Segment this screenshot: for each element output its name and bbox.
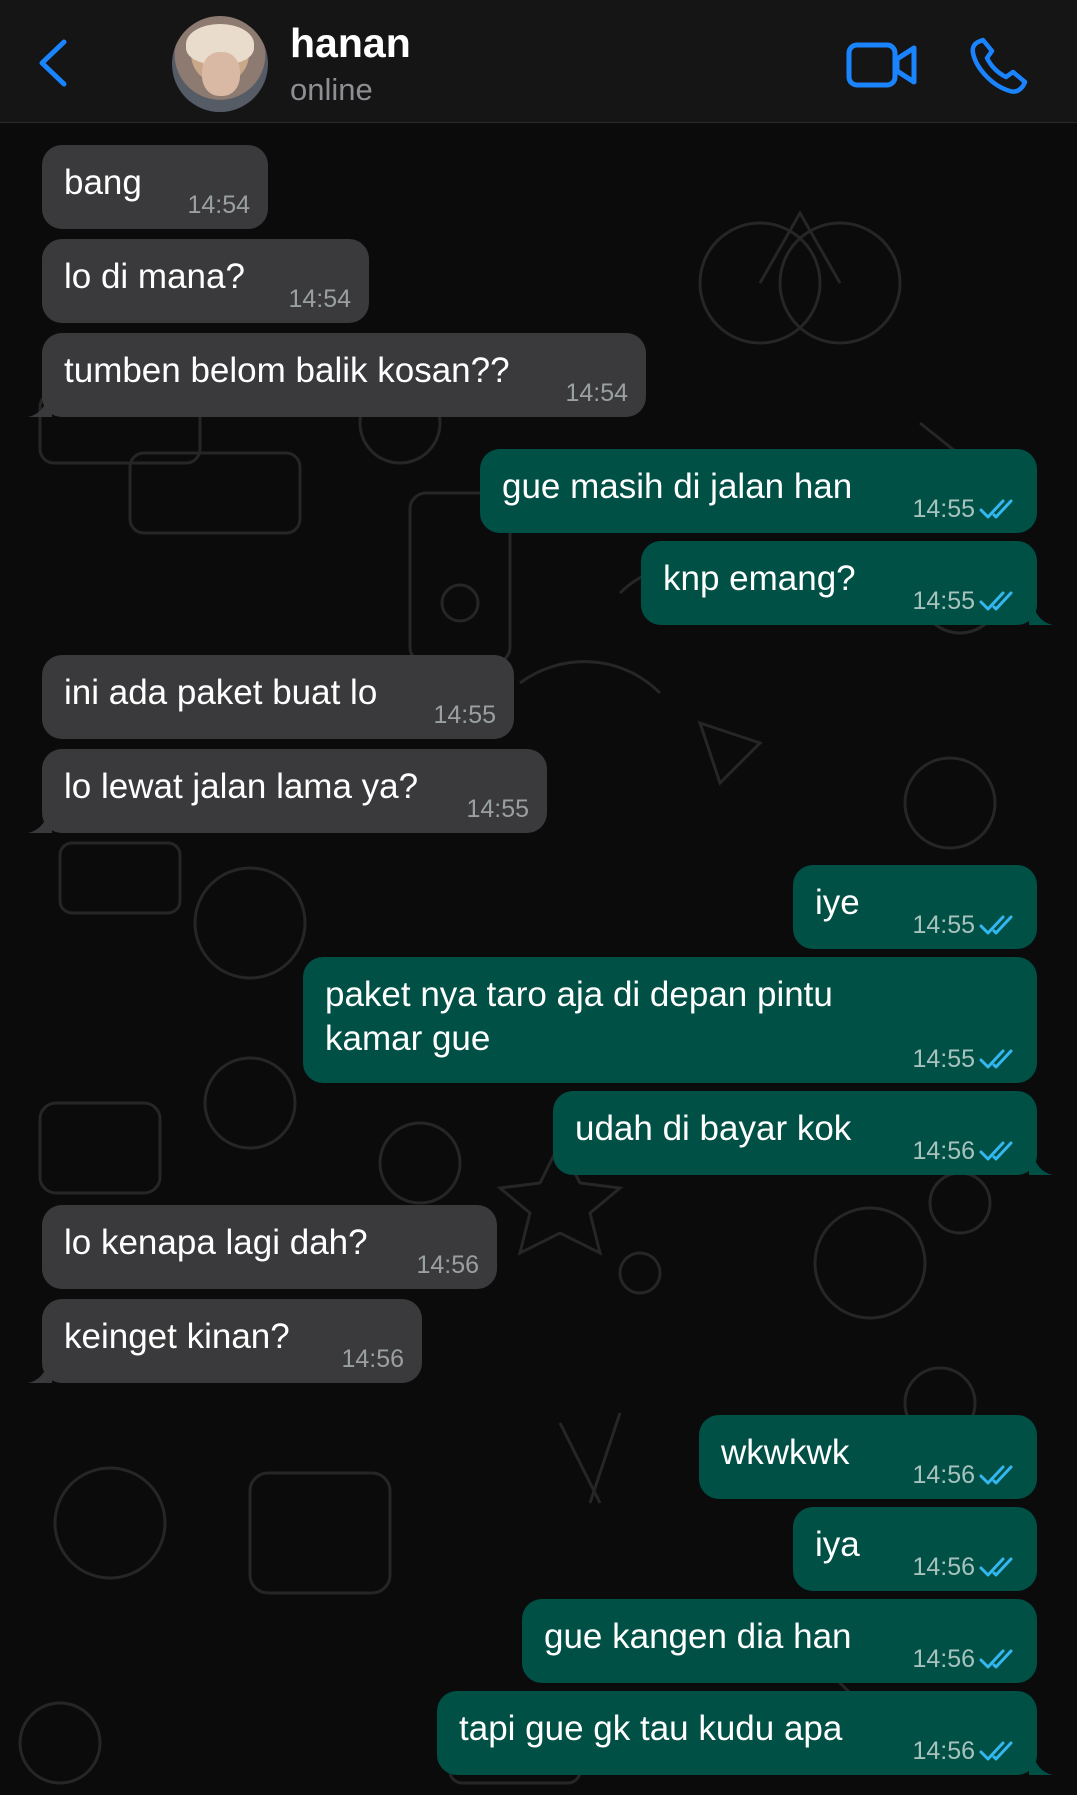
message-time: 14:56: [912, 1553, 975, 1581]
double-check-icon: [979, 1465, 1013, 1485]
message-meta: 14:56: [912, 1137, 1019, 1165]
message-time: 14:56: [912, 1737, 975, 1765]
message-meta: 14:56: [912, 1461, 1019, 1489]
message-time: 14:56: [341, 1345, 404, 1373]
bubble-tail: [28, 1361, 52, 1383]
message-meta: 14:55: [466, 795, 529, 823]
message-text: ini ada paket buat lo: [64, 673, 378, 712]
outgoing-message-bubble[interactable]: iya 14:56: [793, 1507, 1037, 1591]
message-time: 14:55: [912, 495, 975, 523]
outgoing-message-bubble[interactable]: udah di bayar kok 14:56: [553, 1091, 1053, 1175]
message-time: 14:54: [288, 285, 351, 313]
message-text: tumben belom balik kosan??: [64, 351, 510, 390]
outgoing-message-bubble[interactable]: gue kangen dia han 14:56: [522, 1599, 1037, 1683]
bubble-tail: [1029, 1153, 1053, 1175]
message-meta: 14:55: [433, 701, 496, 729]
message-meta: 14:56: [912, 1737, 1019, 1765]
outgoing-message-bubble[interactable]: wkwkwk 14:56: [699, 1415, 1037, 1499]
message-meta: 14:56: [912, 1553, 1019, 1581]
bubble-tail: [28, 811, 52, 833]
phone-icon[interactable]: [968, 36, 1028, 96]
message-meta: 14:55: [912, 911, 1019, 939]
double-check-icon: [979, 499, 1013, 519]
message-meta: 14:54: [187, 191, 250, 219]
message-meta: 14:55: [912, 587, 1019, 615]
avatar[interactable]: [172, 16, 268, 112]
bubble-tail: [1029, 603, 1053, 625]
message-meta: 14:54: [565, 379, 628, 407]
message-meta: 14:56: [341, 1345, 404, 1373]
outgoing-message-bubble[interactable]: knp emang? 14:55: [641, 541, 1053, 625]
incoming-message-bubble[interactable]: lo kenapa lagi dah? 14:56: [42, 1205, 497, 1289]
outgoing-message-bubble[interactable]: paket nya taro aja di depan pintu kamar …: [303, 957, 1037, 1083]
incoming-message-bubble[interactable]: bang 14:54: [42, 145, 268, 229]
bubble-tail: [1029, 1753, 1053, 1775]
message-meta: 14:55: [912, 1045, 1019, 1073]
message-text: lo kenapa lagi dah?: [64, 1223, 368, 1262]
message-time: 14:55: [433, 701, 496, 729]
message-time: 14:55: [912, 1045, 975, 1073]
double-check-icon: [979, 1649, 1013, 1669]
double-check-icon: [979, 1049, 1013, 1069]
message-time: 14:56: [912, 1137, 975, 1165]
message-time: 14:55: [912, 911, 975, 939]
message-text: lo lewat jalan lama ya?: [64, 767, 419, 806]
double-check-icon: [979, 1741, 1013, 1761]
message-meta: 14:54: [288, 285, 351, 313]
double-check-icon: [979, 1141, 1013, 1161]
incoming-message-bubble[interactable]: ini ada paket buat lo 14:55: [42, 655, 514, 739]
message-meta: 14:56: [912, 1645, 1019, 1673]
outgoing-message-bubble[interactable]: iye 14:55: [793, 865, 1037, 949]
contact-name[interactable]: hanan: [290, 20, 411, 67]
message-time: 14:56: [912, 1461, 975, 1489]
chevron-left-icon[interactable]: [34, 38, 74, 88]
incoming-message-bubble[interactable]: tumben belom balik kosan?? 14:54: [28, 333, 646, 417]
outgoing-message-bubble[interactable]: gue masih di jalan han 14:55: [480, 449, 1037, 533]
video-camera-icon[interactable]: [846, 40, 918, 90]
double-check-icon: [979, 1557, 1013, 1577]
contact-status: online: [290, 72, 373, 107]
incoming-message-bubble[interactable]: lo di mana? 14:54: [42, 239, 369, 323]
message-time: 14:56: [416, 1251, 479, 1279]
message-time: 14:54: [187, 191, 250, 219]
message-time: 14:55: [466, 795, 529, 823]
message-time: 14:56: [912, 1645, 975, 1673]
message-time: 14:55: [912, 587, 975, 615]
outgoing-message-bubble[interactable]: tapi gue gk tau kudu apa 14:56: [437, 1691, 1053, 1775]
double-check-icon: [979, 915, 1013, 935]
message-meta: 14:55: [912, 495, 1019, 523]
message-time: 14:54: [565, 379, 628, 407]
double-check-icon: [979, 591, 1013, 611]
chat-header: hanan online: [0, 0, 1077, 123]
bubble-tail: [28, 395, 52, 417]
incoming-message-bubble[interactable]: lo lewat jalan lama ya? 14:55: [28, 749, 547, 833]
message-meta: 14:56: [416, 1251, 479, 1279]
incoming-message-bubble[interactable]: keinget kinan? 14:56: [28, 1299, 422, 1383]
